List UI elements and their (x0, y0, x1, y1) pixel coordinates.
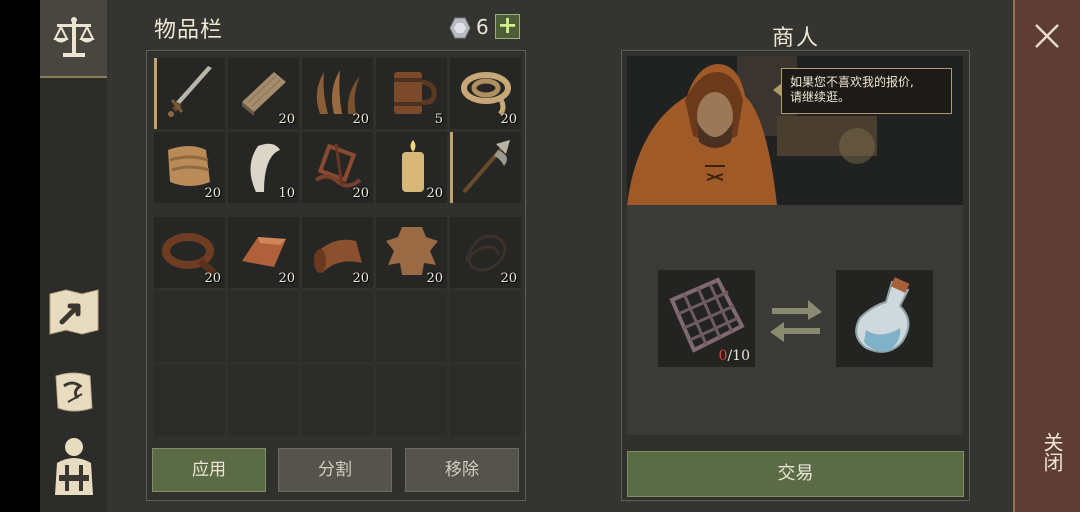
slot-quantity: 20 (426, 271, 443, 286)
inventory-slot[interactable]: 20 (154, 132, 225, 203)
inventory-slot[interactable]: 20 (376, 132, 447, 203)
inventory-slot[interactable]: 20 (154, 217, 225, 288)
merchant-title: 商人 (771, 26, 820, 51)
apply-button[interactable]: 应用 (152, 448, 266, 492)
slot-quantity: 20 (352, 186, 369, 201)
empty-slot[interactable] (302, 365, 373, 436)
remove-button[interactable]: 移除 (405, 448, 519, 492)
inventory-title: 物品栏 (154, 18, 224, 43)
tankard-icon (394, 72, 437, 114)
inventory-slot[interactable]: 20 (302, 132, 373, 203)
trade-give-count: 0/10 (719, 348, 750, 364)
empty-slot[interactable] (154, 291, 225, 362)
inventory-slot[interactable]: 20 (228, 217, 299, 288)
slot-quantity: 5 (434, 112, 443, 127)
empty-slot[interactable] (228, 291, 299, 362)
speech-line-1: 如果您不喜欢我的报价, (790, 75, 914, 89)
add-gems-button[interactable]: + (495, 13, 520, 39)
required-count: /10 (727, 348, 750, 364)
empty-slot[interactable] (154, 365, 225, 436)
empty-slot[interactable] (302, 291, 373, 362)
merchant-speech-bubble: 如果您不喜欢我的报价, 请继续逛。 (773, 68, 952, 114)
trade-button[interactable]: 交易 (627, 451, 964, 497)
inventory-slot[interactable]: 20 (302, 217, 373, 288)
slot-quantity: 20 (278, 271, 295, 286)
slot-quantity: 20 (500, 271, 517, 286)
sword-icon (168, 66, 212, 117)
slot-quantity: 10 (278, 186, 295, 201)
speech-line-2: 请继续逛。 (790, 90, 851, 104)
backpack-icon[interactable] (48, 438, 100, 495)
slot-quantity: 20 (500, 112, 517, 127)
empty-slot[interactable] (376, 365, 447, 436)
slot-quantity: 20 (352, 271, 369, 286)
balance-scale-icon[interactable] (48, 12, 100, 64)
gem-count: 6 (476, 15, 489, 39)
inventory-slot[interactable]: 20 (228, 58, 299, 129)
inventory-slot[interactable]: 20 (450, 58, 521, 129)
gem-currency-icon (448, 16, 472, 40)
slot-quantity: 20 (352, 112, 369, 127)
halberd-icon (462, 140, 510, 194)
inventory-slot[interactable]: 20 (376, 217, 447, 288)
slot-quantity: 20 (204, 186, 221, 201)
empty-slot[interactable] (450, 291, 521, 362)
trade-give-slot[interactable]: 0/10 (658, 270, 755, 367)
split-button[interactable]: 分割 (278, 448, 392, 492)
slot-quantity: 20 (426, 186, 443, 201)
inventory-slot[interactable]: 10 (228, 132, 299, 203)
screen-edge (0, 0, 40, 512)
potion-bottle-icon (855, 277, 910, 353)
empty-slot[interactable] (450, 365, 521, 436)
close-icon[interactable] (1033, 22, 1061, 50)
empty-slot[interactable] (376, 291, 447, 362)
inventory-slot[interactable]: 20 (450, 217, 521, 288)
inventory-slot[interactable]: 20 (302, 58, 373, 129)
inventory-slot[interactable] (450, 132, 521, 203)
close-label[interactable]: 关闭 (1027, 432, 1067, 472)
inventory-slot[interactable] (154, 58, 225, 129)
inventory-slot[interactable]: 5 (376, 58, 447, 129)
map-icon[interactable] (48, 286, 100, 338)
trade-receive-slot[interactable] (836, 270, 933, 367)
slot-quantity: 20 (278, 112, 295, 127)
empty-slot[interactable] (228, 365, 299, 436)
swap-arrows-icon (768, 294, 824, 342)
scroll-icon[interactable] (48, 366, 100, 418)
slot-quantity: 20 (204, 271, 221, 286)
